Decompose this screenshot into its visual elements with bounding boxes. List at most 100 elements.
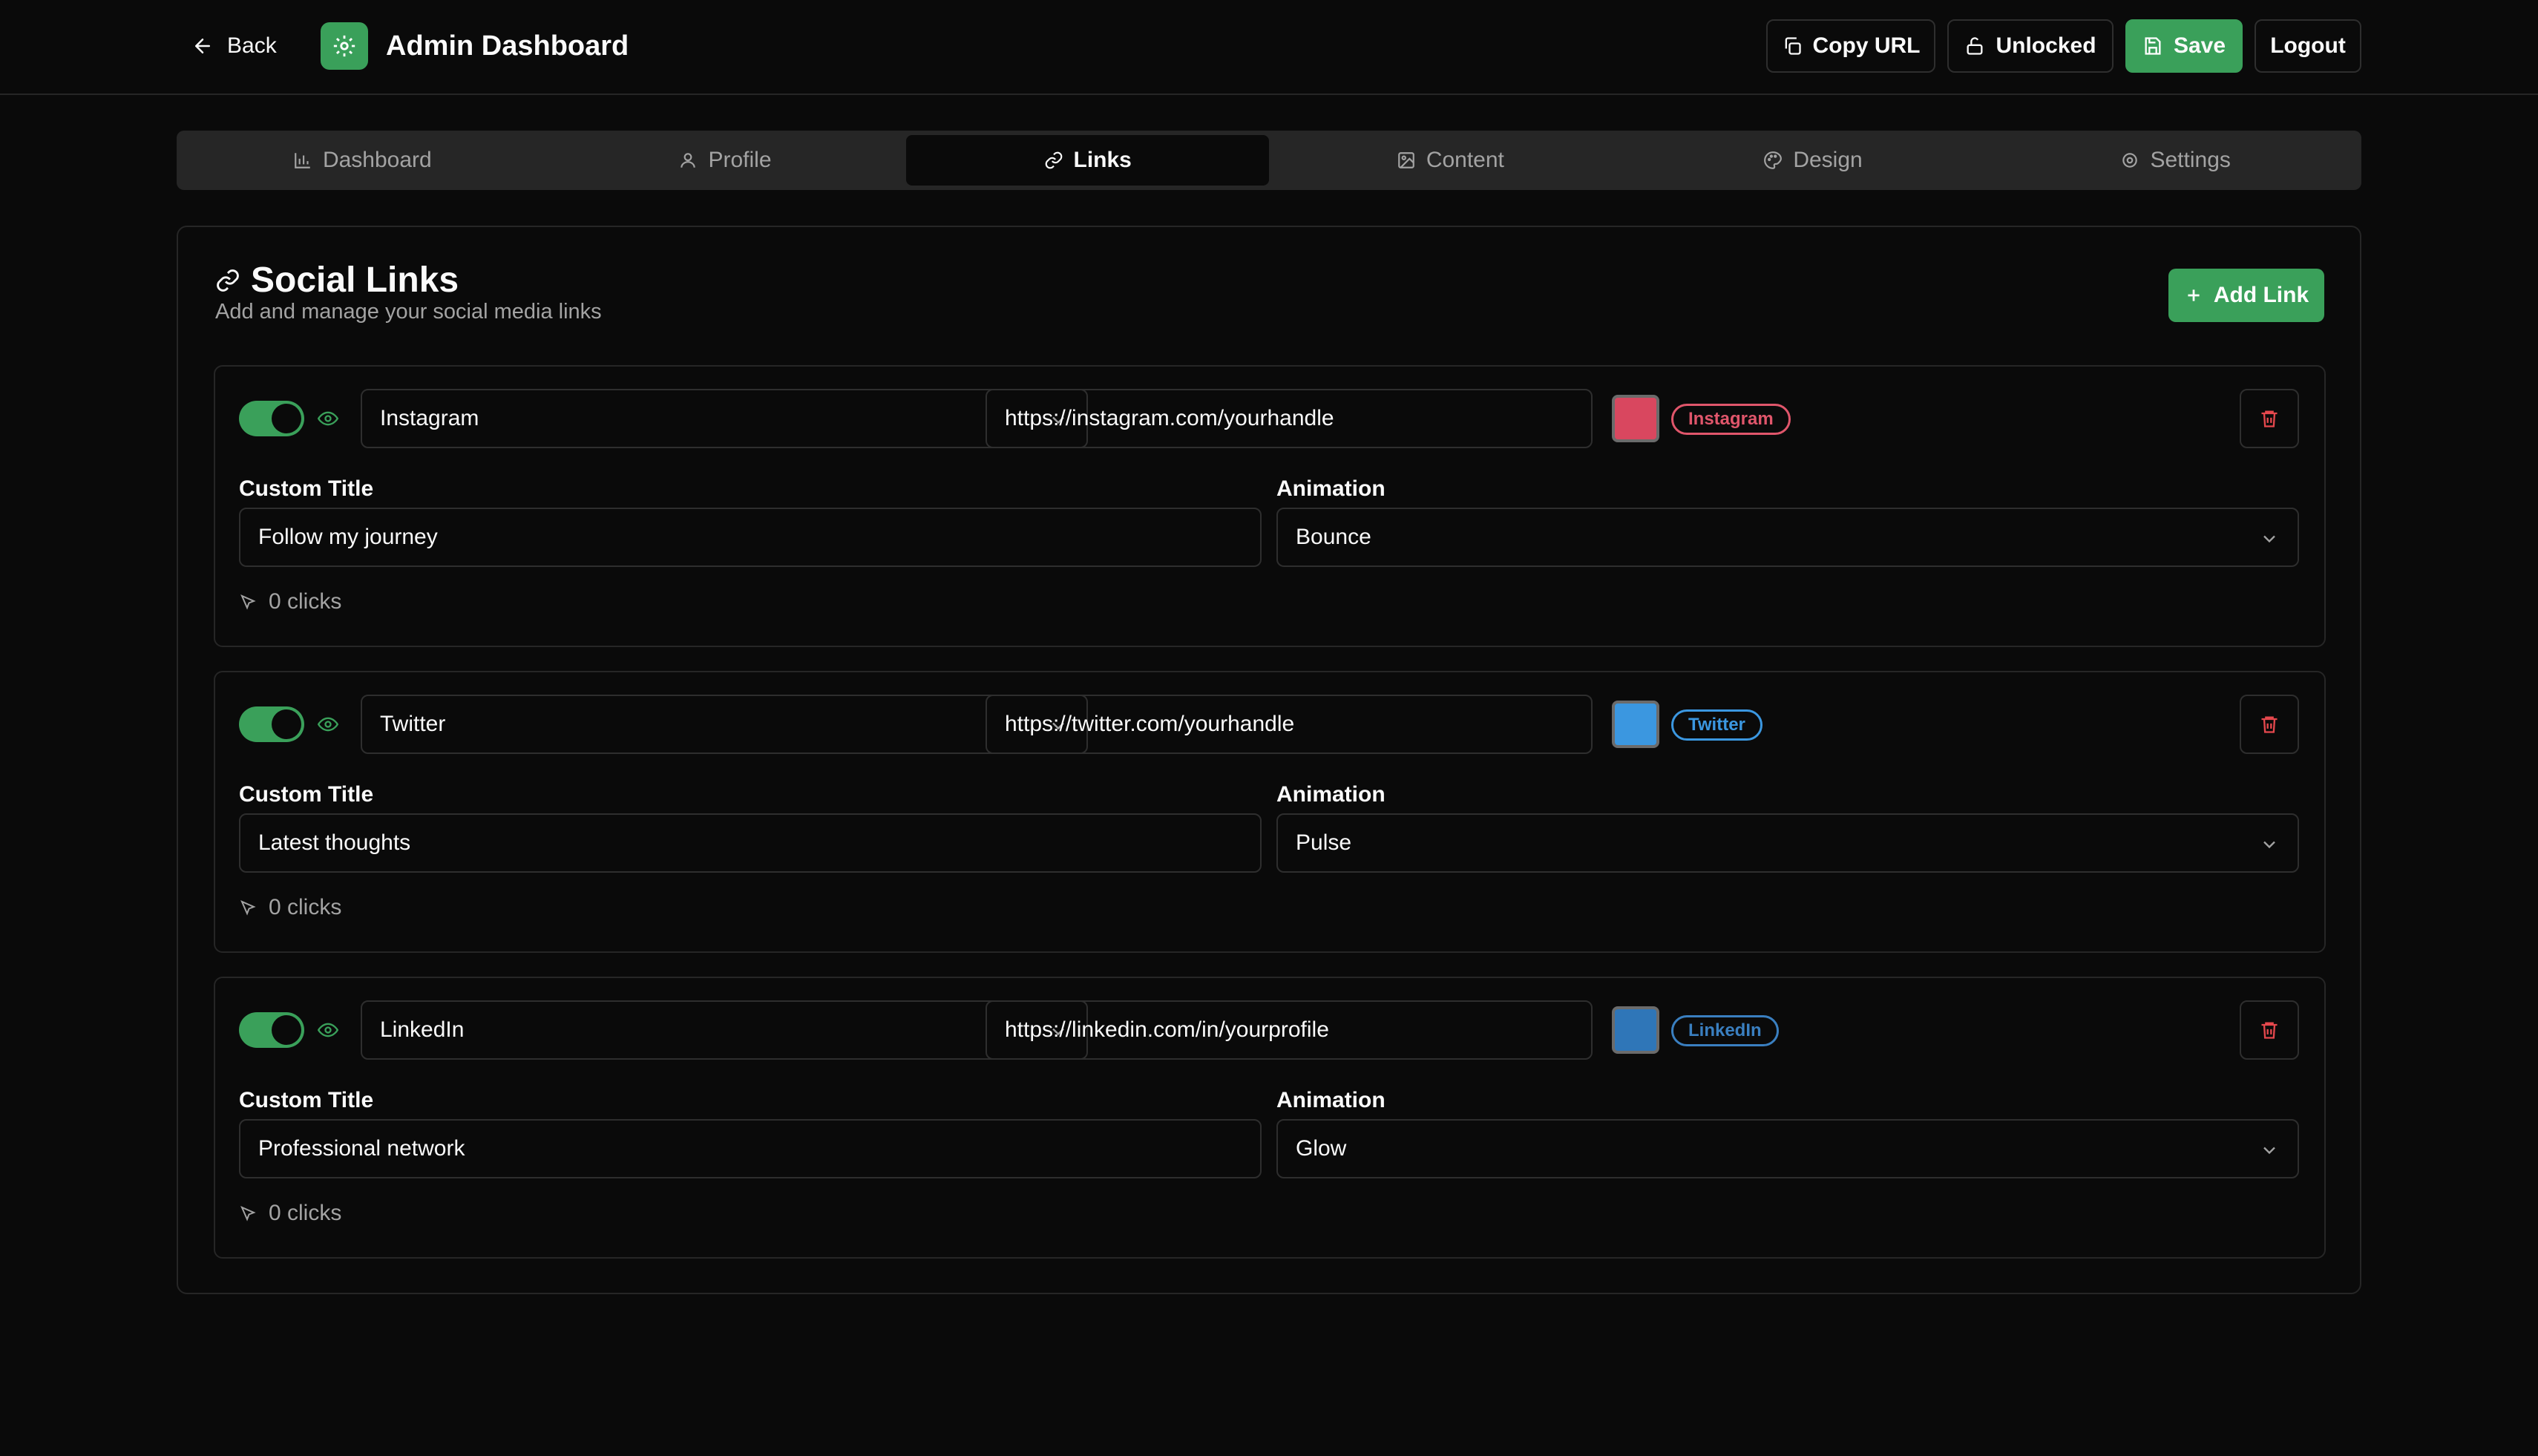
unlocked-label: Unlocked (1996, 33, 2096, 58)
tab-dashboard[interactable]: Dashboard (181, 135, 544, 186)
custom-title-label: Custom Title (239, 1088, 374, 1112)
social-links-card: Social Links Add and manage your social … (177, 226, 2361, 1294)
animation-value: Bounce (1296, 525, 1371, 549)
section-title: Social Links (215, 258, 459, 303)
tab-label: Dashboard (322, 148, 432, 172)
platform-select[interactable]: Twitter (361, 695, 1088, 754)
add-link-label: Add Link (2213, 283, 2309, 307)
color-picker[interactable] (1612, 701, 1659, 748)
tab-links[interactable]: Links (906, 135, 1270, 186)
cursor-click-icon (240, 900, 256, 916)
link-enabled-toggle[interactable] (239, 401, 304, 436)
platform-value: LinkedIn (380, 1017, 465, 1042)
page-title: Admin Dashboard (386, 30, 629, 62)
platform-value: Twitter (380, 712, 446, 736)
custom-title-label: Custom Title (239, 476, 374, 501)
tab-label: Design (1793, 148, 1863, 172)
unlock-icon (1967, 37, 1983, 55)
gear-icon (333, 35, 355, 57)
chevron-down-icon (2263, 841, 2275, 849)
trash-icon (2261, 410, 2278, 427)
animation-value: Glow (1296, 1136, 1347, 1161)
click-count: 0 clicks (239, 895, 341, 920)
click-count: 0 clicks (239, 1201, 341, 1226)
platform-badge: Instagram (1671, 404, 1791, 435)
cursor-click-icon (240, 594, 256, 610)
trash-icon (2261, 1022, 2278, 1039)
platform-select[interactable]: LinkedIn (361, 1000, 1088, 1060)
tab-content[interactable]: Content (1269, 135, 1632, 186)
url-input[interactable] (986, 695, 1593, 754)
platform-badge: LinkedIn (1671, 1015, 1779, 1046)
logout-button[interactable]: Logout (2255, 19, 2361, 73)
add-link-button[interactable]: Add Link (2168, 269, 2324, 322)
click-count: 0 clicks (239, 589, 341, 614)
click-count-text: 0 clicks (269, 1201, 342, 1225)
link-item: Instagram Instagram Custom Title Animati… (214, 365, 2326, 647)
image-icon (1397, 152, 1414, 168)
click-count-text: 0 clicks (269, 895, 342, 919)
link-icon (217, 269, 239, 292)
back-label: Back (227, 33, 277, 58)
toggle-knob (272, 709, 301, 739)
custom-title-input[interactable] (239, 813, 1262, 873)
app-logo (321, 22, 368, 70)
lock-toggle-button[interactable]: Unlocked (1947, 19, 2114, 73)
section-title-text: Social Links (251, 260, 459, 300)
plus-icon (2188, 289, 2200, 301)
delete-link-button[interactable] (2240, 1000, 2299, 1060)
link-item: LinkedIn LinkedIn Custom Title Animation… (214, 977, 2326, 1259)
section-subtitle: Add and manage your social media links (215, 300, 602, 324)
animation-value: Pulse (1296, 830, 1352, 855)
tab-bar: Dashboard Profile Links Content Design S… (177, 131, 2361, 190)
link-icon (1045, 151, 1062, 169)
save-icon (2145, 37, 2161, 55)
tab-profile[interactable]: Profile (544, 135, 907, 186)
animation-select[interactable]: Glow (1276, 1119, 2299, 1178)
eye-icon (318, 717, 338, 732)
animation-label: Animation (1276, 1088, 1386, 1112)
chevron-down-icon (2263, 535, 2275, 543)
platform-value: Instagram (380, 406, 479, 430)
chevron-down-icon (2263, 1147, 2275, 1155)
color-picker[interactable] (1612, 1006, 1659, 1054)
eye-icon (318, 411, 338, 426)
copy-url-button[interactable]: Copy URL (1766, 19, 1935, 73)
palette-icon (1764, 151, 1783, 169)
copy-url-label: Copy URL (1812, 33, 1921, 58)
tab-settings[interactable]: Settings (1994, 135, 2357, 186)
delete-link-button[interactable] (2240, 695, 2299, 754)
tab-label: Settings (2150, 148, 2231, 172)
link-enabled-toggle[interactable] (239, 1012, 304, 1048)
url-input[interactable] (986, 1000, 1593, 1060)
link-enabled-toggle[interactable] (239, 706, 304, 742)
custom-title-input[interactable] (239, 508, 1262, 567)
custom-title-label: Custom Title (239, 782, 374, 807)
tab-label: Content (1426, 148, 1504, 172)
arrow-left-icon (195, 39, 210, 53)
link-item: Twitter Twitter Custom Title Animation P… (214, 671, 2326, 953)
cursor-click-icon (240, 1206, 256, 1221)
tab-design[interactable]: Design (1632, 135, 1995, 186)
bar-chart-icon (295, 153, 310, 168)
custom-title-input[interactable] (239, 1119, 1262, 1178)
top-header: Back Admin Dashboard Copy URL Unlocked S… (0, 0, 2538, 95)
trash-icon (2261, 716, 2278, 733)
toggle-knob (272, 1015, 301, 1045)
url-input[interactable] (986, 389, 1593, 448)
user-icon (681, 153, 696, 168)
platform-badge: Twitter (1671, 709, 1762, 741)
save-button[interactable]: Save (2125, 19, 2243, 73)
platform-select[interactable]: Instagram (361, 389, 1088, 448)
animation-select[interactable]: Pulse (1276, 813, 2299, 873)
toggle-knob (272, 404, 301, 433)
click-count-text: 0 clicks (269, 589, 342, 614)
tab-label: Links (1073, 148, 1132, 172)
color-picker[interactable] (1612, 395, 1659, 442)
delete-link-button[interactable] (2240, 389, 2299, 448)
animation-select[interactable]: Bounce (1276, 508, 2299, 567)
animation-label: Animation (1276, 476, 1386, 501)
back-button[interactable]: Back (191, 28, 277, 64)
tab-label: Profile (708, 148, 772, 172)
gear-icon (2122, 153, 2138, 168)
